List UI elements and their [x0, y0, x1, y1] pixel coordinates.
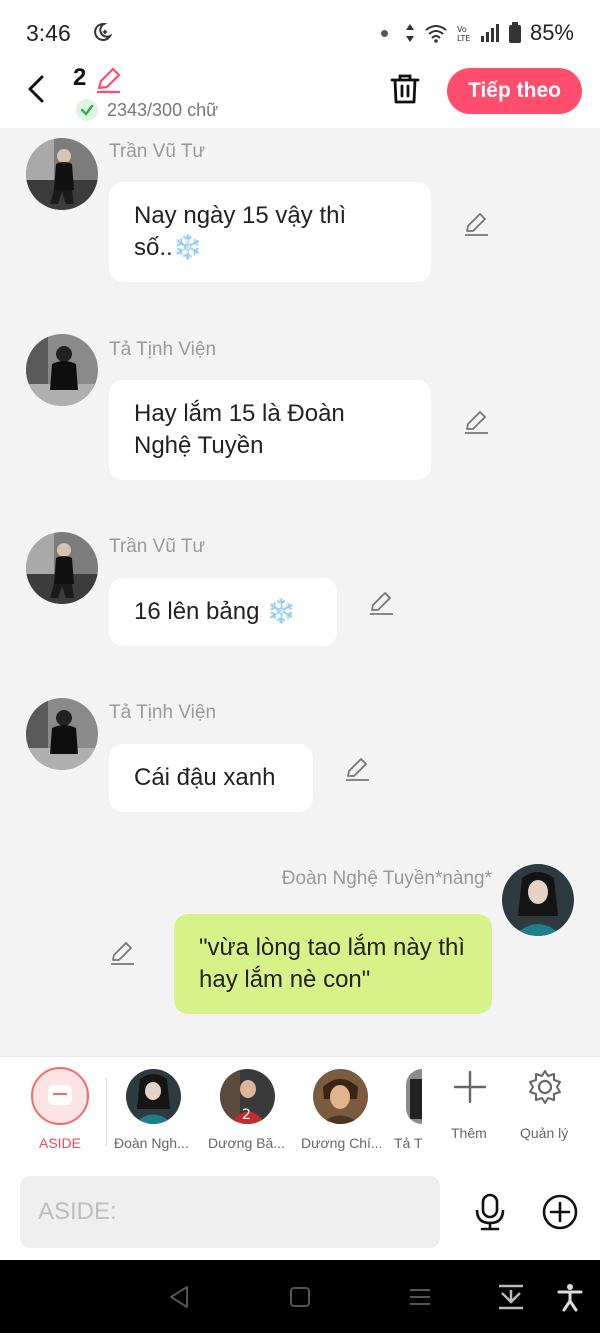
moon-icon [94, 22, 112, 41]
pencil-icon[interactable] [462, 408, 490, 436]
sender-name: Đoàn Nghệ Tuyền*nàng* [281, 868, 492, 889]
message-bubble[interactable]: Cái đậu xanh [109, 744, 313, 812]
trash-icon[interactable] [388, 72, 422, 106]
character-avatar[interactable] [313, 1069, 368, 1124]
message-bubble[interactable]: 16 lên bảng ❄️ [109, 578, 337, 646]
manage-label[interactable]: Quản lý [520, 1125, 568, 1141]
pencil-icon[interactable] [367, 589, 395, 617]
next-button[interactable]: Tiếp theo [447, 68, 582, 114]
back-button[interactable] [22, 74, 52, 104]
status-time: 3:46 [26, 20, 71, 46]
sender-name: Trần Vũ Tư [109, 141, 206, 162]
message-input[interactable] [20, 1176, 440, 1248]
avatar[interactable] [26, 334, 98, 406]
aside-label: ASIDE [38, 1135, 81, 1151]
message-bubble[interactable]: Hay lắm 15 là Đoàn Nghệ Tuyền [109, 380, 431, 480]
aside-button[interactable] [31, 1067, 89, 1125]
pencil-icon[interactable] [108, 939, 136, 967]
chat-area[interactable]: Trần Vũ Tư Nay ngày 15 vậy thì số..❄️ Tả… [0, 128, 600, 1056]
svg-text:LTE: LTE [457, 34, 470, 43]
character-name: Dương Bă... [208, 1135, 285, 1151]
battery-icon [508, 22, 521, 43]
character-name: Tả T [394, 1135, 422, 1151]
svg-text:Vo: Vo [457, 25, 467, 34]
episode-number: 2 [73, 64, 87, 91]
divider [106, 1077, 107, 1147]
add-circle-icon[interactable] [540, 1192, 580, 1232]
status-icons: Vo LTE 85% [380, 20, 574, 46]
volte-icon: Vo LTE [457, 25, 470, 43]
check-circle-icon [76, 99, 98, 121]
signal-icon [480, 24, 499, 42]
pencil-icon[interactable] [462, 210, 490, 238]
navigation-bar [0, 1260, 600, 1333]
sender-name: Trần Vũ Tư [109, 536, 206, 557]
plus-icon[interactable] [452, 1069, 488, 1105]
gear-icon[interactable] [527, 1069, 563, 1105]
battery-level: 85% [529, 20, 574, 45]
character-avatar[interactable] [406, 1069, 422, 1124]
wifi-icon [425, 25, 447, 43]
message-bubble[interactable]: Nay ngày 15 vậy thì số..❄️ [109, 182, 431, 282]
microphone-icon[interactable] [470, 1192, 510, 1232]
character-name: Dương Chí... [301, 1135, 381, 1151]
avatar[interactable] [26, 138, 98, 210]
add-character-label[interactable]: Thêm [451, 1125, 487, 1141]
home-nav-icon[interactable] [285, 1282, 315, 1312]
avatar[interactable] [26, 698, 98, 770]
avatar[interactable] [502, 864, 574, 936]
accessibility-icon[interactable] [555, 1282, 585, 1312]
word-count: 2343/300 chữ [107, 100, 219, 120]
edit-title-icon[interactable] [94, 66, 122, 94]
character-name: Đoàn Ngh... [114, 1135, 189, 1151]
chat-bubble-icon [48, 1085, 72, 1105]
avatar[interactable] [26, 532, 98, 604]
back-nav-icon[interactable] [165, 1282, 195, 1312]
status-bar: 3:46 Vo LTE 85% [0, 0, 600, 64]
input-row [0, 1164, 600, 1260]
sender-name: Tả Tịnh Viện [109, 702, 217, 723]
sender-name: Tả Tịnh Viện [109, 339, 217, 360]
recents-nav-icon[interactable] [405, 1282, 435, 1312]
message-bubble[interactable]: "vừa lòng tao lắm này thì hay lắm nè con… [174, 914, 492, 1014]
collapse-nav-icon[interactable] [496, 1282, 526, 1312]
character-avatar[interactable]: 2 [220, 1069, 275, 1124]
editor-header: 2 2343/300 chữ Tiếp theo [0, 64, 600, 128]
character-tray: ASIDE Đoàn Ngh... 2 Dương Bă... Dương Ch… [0, 1056, 600, 1164]
data-arrows-icon [405, 24, 414, 42]
pencil-icon[interactable] [343, 755, 371, 783]
dot-icon [380, 29, 388, 37]
character-avatar[interactable] [126, 1069, 181, 1124]
svg-text:2: 2 [242, 1107, 251, 1123]
